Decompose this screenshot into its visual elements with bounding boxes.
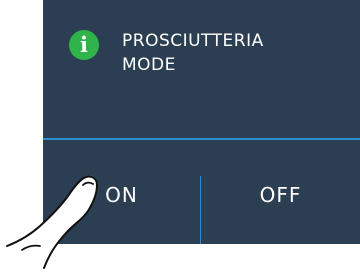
panel-title-line1: PROSCIUTTERIA xyxy=(122,31,264,51)
off-button[interactable]: OFF xyxy=(201,140,360,244)
screen: i PROSCIUTTERIA MODE ON OFF xyxy=(0,0,360,274)
prosciutteria-mode-panel: i PROSCIUTTERIA MODE ON OFF xyxy=(43,0,360,244)
panel-header: i PROSCIUTTERIA MODE xyxy=(43,0,360,138)
panel-title-line2: MODE xyxy=(122,55,176,75)
panel-title: PROSCIUTTERIA MODE xyxy=(122,29,342,77)
on-button[interactable]: ON xyxy=(43,140,200,244)
info-icon: i xyxy=(69,30,99,60)
